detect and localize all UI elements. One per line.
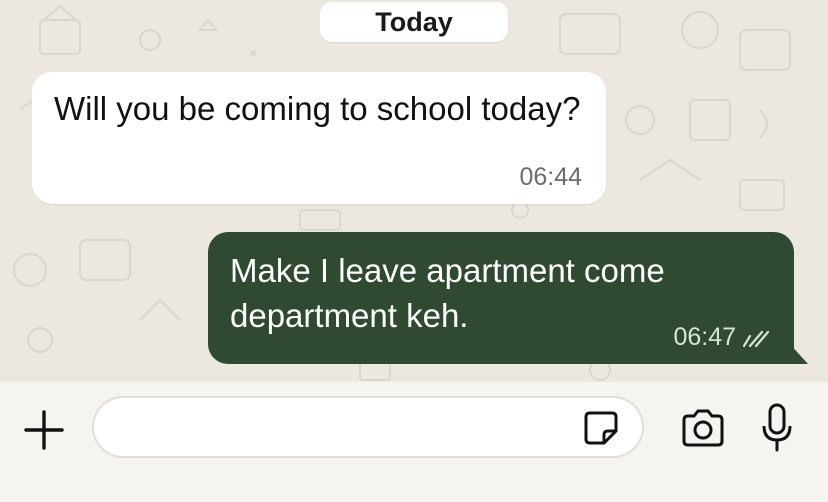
bubble-tail xyxy=(788,342,808,364)
incoming-message-bubble[interactable]: Will you be coming to school today? 06:4… xyxy=(32,72,606,204)
message-time: 06:44 xyxy=(519,163,582,191)
sticker-icon[interactable] xyxy=(582,409,620,447)
message-text: Will you be coming to school today? xyxy=(54,90,581,127)
message-time: 06:47 xyxy=(673,323,736,351)
outgoing-message-bubble[interactable]: Make I leave apartment come department k… xyxy=(208,232,808,364)
message-input-bar xyxy=(0,382,828,502)
plus-icon[interactable] xyxy=(22,408,66,452)
camera-icon[interactable] xyxy=(680,408,726,448)
chat-area: Today Will you be coming to school today… xyxy=(0,0,828,382)
double-check-read-icon xyxy=(742,330,770,348)
date-chip: Today xyxy=(320,2,508,42)
microphone-icon[interactable] xyxy=(760,402,794,454)
message-input[interactable] xyxy=(92,396,644,458)
